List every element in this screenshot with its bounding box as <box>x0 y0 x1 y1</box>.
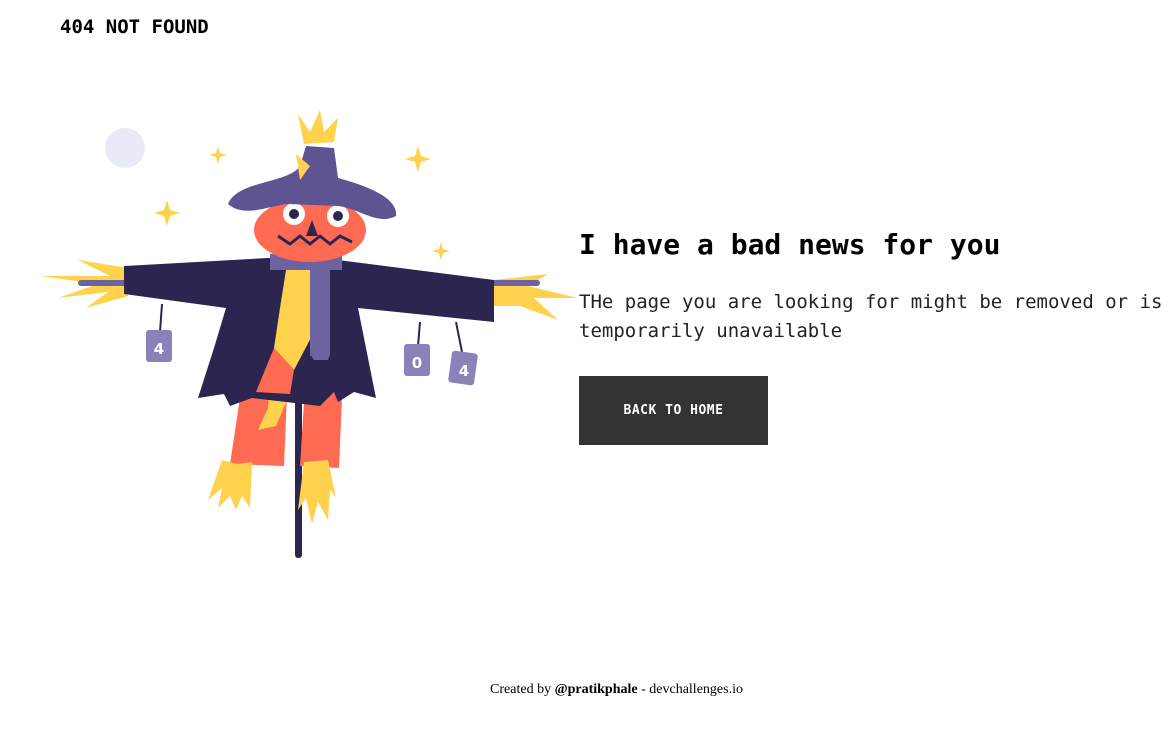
author-link[interactable]: @pratikphale <box>555 682 638 697</box>
footer-suffix: - devchallenges.io <box>637 682 743 697</box>
moon-icon <box>105 128 145 168</box>
brand-title: 404 NOT FOUND <box>60 16 209 38</box>
can-label: 0 <box>412 354 422 372</box>
page-title: I have a bad news for you <box>579 228 1001 261</box>
back-to-home-button[interactable]: BACK TO HOME <box>579 376 768 445</box>
can-label: 4 <box>459 362 469 380</box>
can-label: 4 <box>154 340 164 358</box>
scarecrow-coat <box>124 258 494 406</box>
error-message: THe page you are looking for might be re… <box>579 291 1163 342</box>
scarecrow-illustration: 4 0 4 <box>40 110 578 558</box>
footer-credit: Created by @pratikphale - devchallenges.… <box>0 682 1173 698</box>
footer-prefix: Created by <box>490 682 555 697</box>
error-content: I have a bad news for you THe page you a… <box>579 226 1173 445</box>
scarecrow-hat <box>228 110 397 220</box>
